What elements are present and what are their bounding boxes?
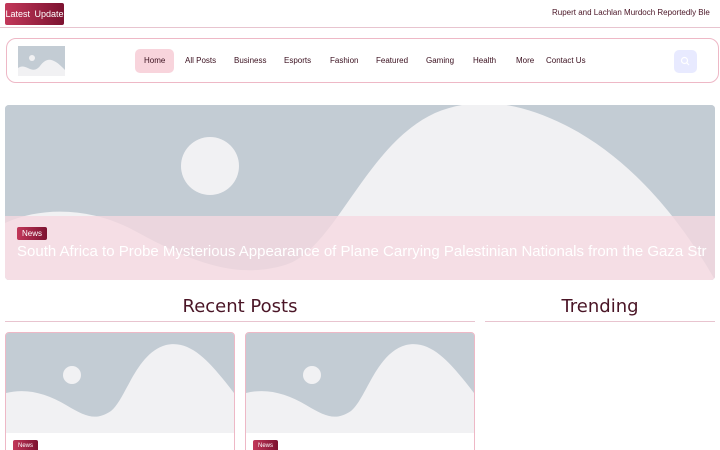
image-placeholder-icon xyxy=(246,333,474,433)
nav-all-posts[interactable]: All Posts xyxy=(185,49,216,73)
recent-posts-divider xyxy=(5,321,475,322)
recent-posts-heading: Recent Posts xyxy=(182,296,298,317)
search-button[interactable] xyxy=(674,50,697,73)
nav-esports[interactable]: Esports xyxy=(284,49,311,73)
hero-title[interactable]: South Africa to Probe Mysterious Appeara… xyxy=(17,243,707,260)
nav-home[interactable]: Home xyxy=(135,49,175,73)
nav-health[interactable]: Health xyxy=(473,49,496,73)
image-placeholder-icon xyxy=(6,333,234,433)
nav-featured[interactable]: Featured xyxy=(376,49,408,73)
nav-contact-us[interactable]: Contact Us xyxy=(546,49,586,73)
nav-gaming[interactable]: Gaming xyxy=(426,49,454,73)
nav-business[interactable]: Business xyxy=(234,49,266,73)
site-header: Home All Posts Business Esports Fashion … xyxy=(6,38,719,83)
post-card[interactable]: News xyxy=(5,332,235,450)
featured-hero[interactable]: News South Africa to Probe Mysterious Ap… xyxy=(5,105,715,280)
ticker-headline[interactable]: Rupert and Lachlan Murdoch Reportedly Bl… xyxy=(552,0,710,27)
post-card-image[interactable] xyxy=(6,333,234,433)
image-placeholder-icon xyxy=(18,46,65,76)
nav-more[interactable]: More xyxy=(516,49,534,73)
hero-category-badge[interactable]: News xyxy=(17,227,48,240)
news-ticker: Latest Update Rupert and Lachlan Murdoch… xyxy=(0,0,720,28)
site-logo[interactable] xyxy=(18,46,65,76)
post-category-badge[interactable]: News xyxy=(13,440,39,450)
search-icon xyxy=(680,56,690,66)
latest-update-badge: Latest Update xyxy=(5,3,64,25)
post-card-image[interactable] xyxy=(246,333,474,433)
trending-heading: Trending xyxy=(561,296,639,317)
nav-fashion[interactable]: Fashion xyxy=(330,49,358,73)
post-card[interactable]: News xyxy=(245,332,475,450)
post-category-badge[interactable]: News xyxy=(253,440,279,450)
trending-divider xyxy=(485,321,715,322)
